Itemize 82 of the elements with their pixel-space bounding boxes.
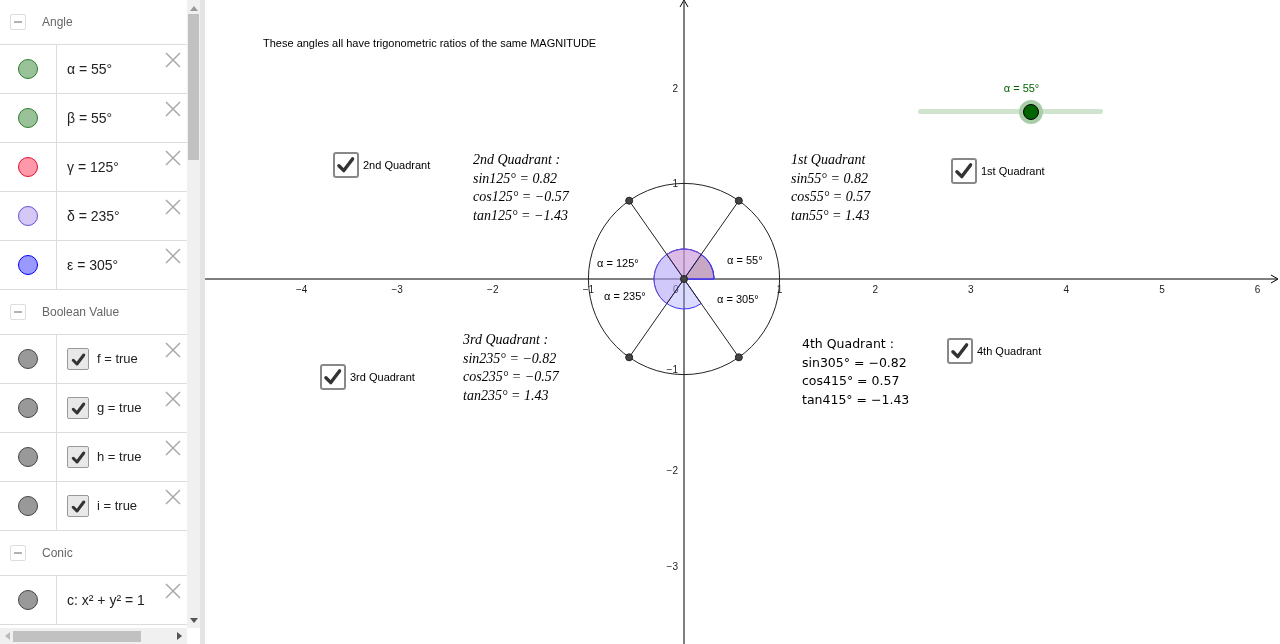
formula-line: tan55° = 1.43 — [791, 206, 871, 225]
x-tick-label: −4 — [295, 284, 308, 295]
checkbox-label: 4th Quadrant — [977, 343, 1042, 359]
formula-line: 2nd Quadrant : — [473, 151, 562, 169]
formula-line: cos235° = −0.57 — [463, 368, 559, 386]
boolean-value: h = true — [97, 448, 142, 467]
group-header: Angle — [42, 14, 73, 31]
checkbox[interactable] — [67, 348, 89, 370]
point[interactable] — [734, 353, 743, 362]
slider-thumb[interactable] — [1022, 103, 1039, 120]
checkbox[interactable] — [67, 446, 89, 468]
x-tick-label: −2 — [487, 284, 499, 295]
checkbox[interactable] — [67, 495, 89, 517]
angle-label: α = 235° — [604, 291, 646, 302]
horizontal-scrollbar[interactable] — [0, 628, 187, 644]
checkbox-label: 2nd Quadrant — [363, 157, 431, 173]
checkmark-icon — [70, 400, 86, 416]
checkbox-label: 3rd Quadrant — [350, 369, 415, 385]
checkbox[interactable] — [320, 364, 346, 390]
heading-text: These angles all have trigonometric ratios of the same MAGNITUDE — [263, 36, 597, 51]
formula-line: sin235° = −0.82 — [463, 349, 558, 368]
checkmark-icon — [323, 367, 343, 387]
scroll-down-icon[interactable] — [189, 618, 198, 624]
formula-line: cos55° = 0.57 — [791, 188, 871, 206]
formula-line: cos125° = −0.57 — [473, 188, 569, 206]
vertical-scrollbar[interactable] — [187, 0, 200, 628]
formula-line: 4th Quadrant : — [802, 335, 895, 353]
x-tick-label: 4 — [1063, 284, 1070, 295]
angle-value: δ = 235° — [67, 206, 120, 226]
point[interactable] — [625, 353, 634, 362]
angle-value: β = 55° — [67, 108, 113, 128]
formula-line: cos415° = 0.57 — [802, 372, 901, 390]
checkmark-icon — [70, 498, 86, 514]
scrollbar-thumb[interactable] — [188, 14, 199, 160]
formula-line: sin125° = 0.82 — [473, 169, 558, 188]
x-tick-label: 6 — [1254, 284, 1261, 295]
checkbox[interactable] — [67, 397, 89, 419]
point[interactable] — [625, 196, 634, 205]
angle-sectors-drawing — [653, 248, 715, 310]
checkmark-icon — [70, 449, 86, 465]
formula-line: tan125° = −1.43 — [473, 206, 569, 225]
boolean-value: i = true — [97, 497, 138, 516]
y-tick-label: 1 — [672, 178, 678, 190]
checkmark-icon — [954, 161, 974, 181]
checkmark-icon — [70, 351, 86, 367]
y-tick-label: −2 — [666, 465, 678, 477]
checkmark-icon — [950, 341, 970, 361]
checkbox[interactable] — [333, 152, 359, 178]
angle-label: α = 125° — [597, 258, 639, 269]
formula-line: sin305° = −0.82 — [802, 353, 908, 372]
origin-point[interactable] — [680, 275, 688, 283]
checkbox-label: 1st Quadrant — [981, 163, 1045, 179]
point[interactable] — [734, 196, 743, 205]
group-header: Boolean Value — [42, 304, 120, 321]
group-header: Conic — [42, 545, 73, 562]
angle-label: α = 305° — [717, 294, 759, 305]
y-tick-label: 2 — [672, 82, 678, 94]
scrollbar-thumb[interactable] — [13, 630, 141, 642]
formula-line: tan415° = −1.43 — [802, 390, 910, 409]
angle-value: γ = 125° — [67, 157, 119, 177]
scroll-right-icon[interactable] — [177, 632, 183, 640]
angle-value: ε = 305° — [67, 255, 119, 275]
x-tick-label: 3 — [968, 284, 974, 295]
angle-label: α = 55° — [727, 255, 763, 266]
x-tick-label: 2 — [872, 284, 878, 295]
x-tick-label: −3 — [391, 284, 403, 295]
formula-line: 3rd Quadrant : — [463, 331, 550, 349]
boolean-value: g = true — [97, 399, 142, 418]
x-tick-label: −1 — [582, 284, 595, 295]
checkbox[interactable] — [951, 158, 977, 184]
checkmark-icon — [336, 155, 356, 175]
checkbox[interactable] — [947, 338, 973, 364]
slider-label: α = 55° — [1002, 81, 1041, 96]
x-tick-label: 5 — [1159, 284, 1165, 295]
conic-equation: c: x² + y² = 1 — [67, 590, 145, 610]
y-tick-label: −3 — [666, 560, 678, 572]
angle-value: α = 55° — [67, 59, 113, 79]
formula-line: sin55° = 0.82 — [791, 169, 869, 188]
formula-line: 1st Quadrant — [791, 151, 867, 169]
boolean-value: f = true — [97, 350, 138, 369]
formula-line: tan235° = 1.43 — [463, 386, 550, 405]
y-tick-label: −1 — [666, 363, 678, 375]
